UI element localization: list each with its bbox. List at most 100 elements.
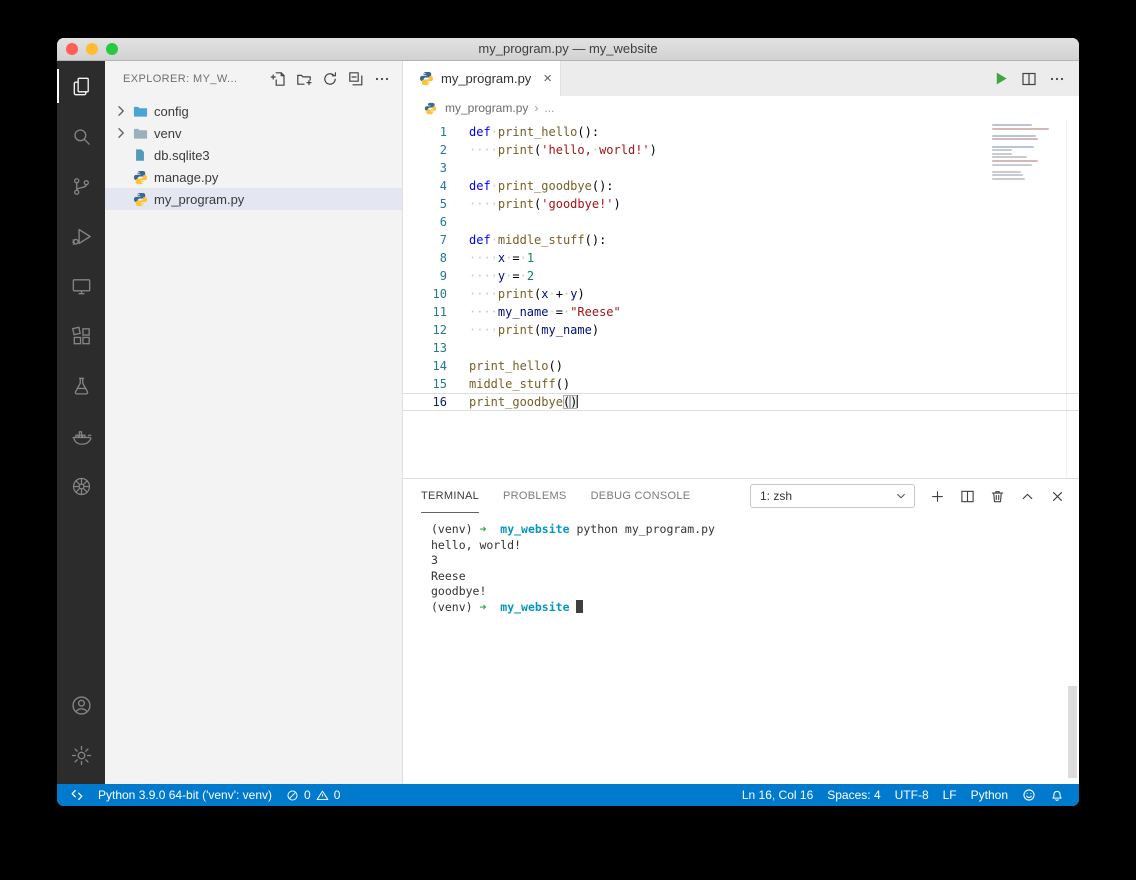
run-icon	[996, 72, 1007, 85]
close-panel-button[interactable]	[1050, 489, 1065, 504]
minimize-window-button[interactable]	[86, 43, 98, 55]
code-line[interactable]: 12 ····print(my_name)	[403, 321, 1079, 339]
close-window-button[interactable]	[66, 43, 78, 55]
code-line[interactable]: 10 ····print(x·+·y)	[403, 285, 1079, 303]
line-number[interactable]: 11	[403, 303, 447, 321]
line-number[interactable]: 14	[403, 357, 447, 375]
line-number[interactable]: 1	[403, 123, 447, 141]
workbench: EXPLORER: MY_W... config venv db.sqlite3 ma…	[57, 61, 1079, 784]
feedback-button[interactable]	[1015, 788, 1043, 802]
code-line[interactable]: 8 ····x·=·1	[403, 249, 1079, 267]
editor-scrollbar[interactable]	[1066, 120, 1079, 478]
breadcrumb-more[interactable]: ...	[544, 101, 554, 115]
activity-item-accounts[interactable]	[57, 680, 105, 730]
breadcrumb-file[interactable]: my_program.py	[445, 101, 528, 115]
minimap-line	[992, 134, 1036, 137]
terminal-scrollbar[interactable]	[1068, 686, 1077, 778]
line-number[interactable]: 15	[403, 375, 447, 393]
code-line[interactable]: 11 ····my_name·=·"Reese"	[403, 303, 1079, 321]
line-number[interactable]: 5	[403, 195, 447, 213]
code-editor[interactable]: 1 def·print_hello(): 2 ····print('hello,·wo…	[403, 120, 1079, 478]
tree-item-config[interactable]: config	[105, 100, 402, 122]
code-line[interactable]: 13	[403, 339, 1079, 357]
tree-item-my_program.py[interactable]: my_program.py	[105, 188, 402, 210]
line-number[interactable]: 4	[403, 177, 447, 195]
run-python-file-button[interactable]	[992, 70, 1009, 87]
new-folder-button[interactable]	[294, 69, 314, 89]
activity-item-docker[interactable]	[57, 411, 105, 461]
python-file-icon	[131, 170, 149, 185]
code-line[interactable]: 15 middle_stuff()	[403, 375, 1079, 393]
line-number[interactable]: 13	[403, 339, 447, 357]
line-number[interactable]: 3	[403, 159, 447, 177]
search-icon	[70, 125, 93, 148]
tree-item-venv[interactable]: venv	[105, 122, 402, 144]
line-number[interactable]: 9	[403, 267, 447, 285]
docker-icon	[70, 425, 93, 448]
terminal-shell-select[interactable]: 1: zsh	[750, 484, 915, 508]
code-line[interactable]: 14 print_hello()	[403, 357, 1079, 375]
new-file-button[interactable]	[268, 69, 288, 89]
tab-close-button[interactable]: ×	[543, 71, 552, 86]
tab-terminal[interactable]: TERMINAL	[421, 479, 480, 513]
encoding-status[interactable]: UTF-8	[888, 788, 936, 802]
python-interpreter-status[interactable]: Python 3.9.0 64-bit ('venv': venv)	[91, 784, 279, 806]
tab-problems[interactable]: PROBLEMS	[503, 479, 567, 513]
more-actions-button[interactable]	[372, 69, 392, 89]
tab-my-program[interactable]: my_program.py ×	[403, 61, 561, 96]
code-line[interactable]: 3	[403, 159, 1079, 177]
eol-status[interactable]: LF	[936, 788, 964, 802]
activity-item-remote-explorer[interactable]	[57, 261, 105, 311]
problems-status[interactable]: 0 0	[279, 784, 347, 806]
plus-icon	[932, 490, 943, 502]
remote-indicator[interactable]	[63, 784, 91, 806]
language-mode-status[interactable]: Python	[964, 788, 1015, 802]
tab-debug-console[interactable]: DEBUG CONSOLE	[591, 479, 691, 513]
line-number[interactable]: 2	[403, 141, 447, 159]
activity-item-explorer[interactable]	[57, 61, 105, 111]
activity-item-testing[interactable]	[57, 361, 105, 411]
code-line[interactable]: 5 ····print('goodbye!')	[403, 195, 1079, 213]
activity-item-run-and-debug[interactable]	[57, 211, 105, 261]
code-line[interactable]: 4 def·print_goodbye():	[403, 177, 1079, 195]
kill-terminal-button[interactable]	[990, 489, 1005, 504]
minimap[interactable]	[992, 124, 1064, 182]
terminal-output[interactable]: (venv) ➜ my_website python my_program.py…	[403, 513, 1079, 784]
activity-item-source-control[interactable]	[57, 161, 105, 211]
code-line[interactable]: 9 ····y·=·2	[403, 267, 1079, 285]
zoom-window-button[interactable]	[106, 43, 118, 55]
maximize-panel-button[interactable]	[1020, 489, 1035, 504]
remote-explorer-icon	[70, 275, 93, 298]
line-number[interactable]: 7	[403, 231, 447, 249]
line-number[interactable]: 6	[403, 213, 447, 231]
minimap-line	[992, 177, 1025, 180]
title-bar[interactable]: my_program.py — my_website	[57, 38, 1079, 61]
cursor-position-status[interactable]: Ln 16, Col 16	[735, 788, 820, 802]
code-line[interactable]: 2 ····print('hello,·world!')	[403, 141, 1079, 159]
line-number[interactable]: 12	[403, 321, 447, 339]
activity-item-kubernetes[interactable]	[57, 461, 105, 511]
python-file-icon	[421, 102, 439, 115]
indentation-status[interactable]: Spaces: 4	[820, 788, 887, 802]
code-line[interactable]: 6	[403, 213, 1079, 231]
line-number[interactable]: 10	[403, 285, 447, 303]
split-editor-button[interactable]	[1021, 71, 1037, 87]
code-line[interactable]: 1 def·print_hello():	[403, 123, 1079, 141]
terminal-line: hello, world!	[431, 537, 522, 552]
tree-item-manage.py[interactable]: manage.py	[105, 166, 402, 188]
activity-item-search[interactable]	[57, 111, 105, 161]
refresh-button[interactable]	[320, 69, 340, 89]
editor-more-actions-button[interactable]	[1049, 71, 1065, 87]
split-terminal-button[interactable]	[960, 489, 975, 504]
code-line[interactable]: 16 print_goodbye()	[403, 393, 1079, 411]
line-number[interactable]: 8	[403, 249, 447, 267]
tree-item-label: manage.py	[154, 169, 219, 185]
tree-item-db.sqlite3[interactable]: db.sqlite3	[105, 144, 402, 166]
line-number[interactable]: 16	[403, 394, 447, 410]
notifications-button[interactable]	[1043, 788, 1071, 802]
activity-item-settings[interactable]	[57, 730, 105, 780]
collapse-folders-button[interactable]	[346, 69, 366, 89]
code-line[interactable]: 7 def·middle_stuff():	[403, 231, 1079, 249]
new-terminal-button[interactable]	[930, 489, 945, 504]
activity-item-extensions[interactable]	[57, 311, 105, 361]
